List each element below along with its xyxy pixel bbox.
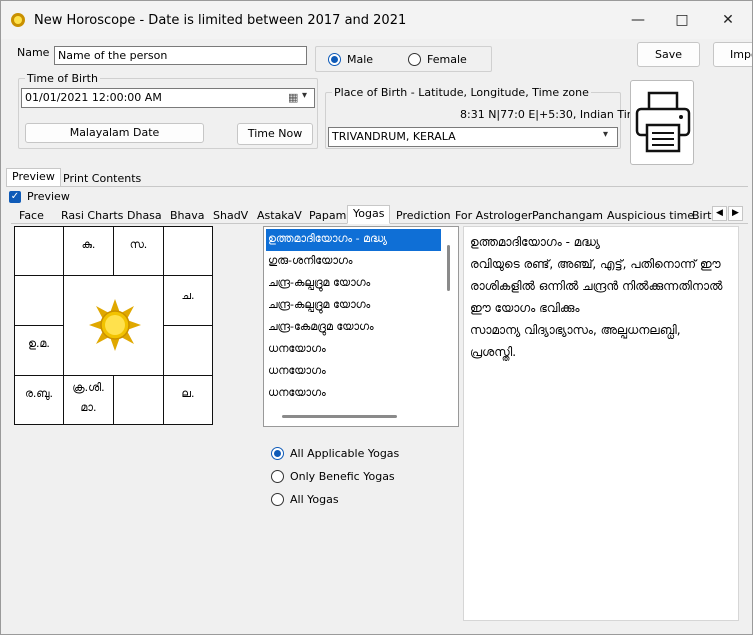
name-label: Name — [17, 46, 50, 59]
tab-bhava[interactable]: Bhava — [164, 207, 211, 224]
tab-face[interactable]: Face — [13, 207, 50, 224]
list-item[interactable]: ധനയോഗം — [266, 383, 441, 405]
preview-label: Preview — [27, 190, 70, 203]
horoscope-window: New Horoscope - Date is limited between … — [0, 0, 753, 635]
tab-panchangam[interactable]: Panchangam — [526, 207, 609, 224]
list-item[interactable]: ധനയോഗം — [266, 361, 441, 383]
gender-group: Male Female — [315, 46, 492, 72]
save-button[interactable]: Save — [637, 42, 700, 67]
tab-rasi-charts[interactable]: Rasi Charts — [55, 207, 129, 224]
description-line: ഈ യോഗം ഭവിക്കും — [470, 301, 580, 315]
female-label: Female — [427, 53, 467, 66]
chart-house — [163, 325, 213, 376]
tab-scroll-left-button[interactable]: ◀ — [712, 206, 727, 221]
all-yogas-radio[interactable] — [271, 493, 284, 506]
malayalam-date-button[interactable]: Malayalam Date — [25, 123, 204, 143]
title-bar: New Horoscope - Date is limited between … — [1, 1, 752, 39]
minimize-button[interactable]: — — [618, 7, 658, 33]
only-benefic-yogas-label: Only Benefic Yogas — [290, 470, 395, 483]
description-line: രാശികളിൽ ഒന്നിൽ ചന്ദ്രൻ നിൽക്കുന്നതിനാൽ — [470, 279, 723, 293]
tab-print-contents[interactable]: Print Contents — [57, 170, 147, 187]
chart-house: ല. — [163, 375, 213, 425]
birth-datetime-picker[interactable]: 01/01/2021 12:00:00 AM ▦ ▾ — [21, 88, 315, 108]
description-line: സാമാന്യ വിദ്യാഭ്യാസം, അല്പധനലബ്ധി, — [470, 323, 681, 337]
list-vertical-scrollbar[interactable] — [447, 245, 450, 291]
sun-icon — [89, 299, 141, 351]
chart-house: ക്ര.ശി. മാ. — [63, 375, 114, 425]
chart-house: ര.ബു. — [14, 375, 64, 425]
tab-yogas[interactable]: Yogas — [347, 205, 391, 224]
description-line: ഉത്തമാദിയോഗം - മദ്ധ്യ — [470, 235, 600, 249]
list-item[interactable]: ചന്ദ്ര-കല്പദ്രുമ യോഗം — [266, 295, 441, 317]
chart-house — [163, 226, 213, 276]
chart-house — [14, 226, 64, 276]
tab-birth[interactable]: Birth — [686, 207, 713, 224]
import-button[interactable]: Impo — [713, 42, 752, 67]
list-item[interactable]: ധനയോഗം — [266, 339, 441, 361]
app-sun-icon — [11, 13, 25, 27]
tab-preview[interactable]: Preview — [6, 168, 61, 187]
all-yogas-label: All Yogas — [290, 493, 339, 506]
tab-shadv[interactable]: ShadV — [207, 207, 254, 224]
time-now-button[interactable]: Time Now — [237, 123, 313, 145]
tab-divider — [6, 186, 748, 187]
all-applicable-yogas-label: All Applicable Yogas — [290, 447, 400, 460]
chevron-down-icon[interactable]: ▾ — [603, 129, 608, 140]
chevron-down-icon[interactable]: ▾ — [302, 90, 307, 101]
male-radio[interactable] — [328, 53, 341, 66]
name-input[interactable]: Name of the person — [54, 46, 307, 65]
time-of-birth-legend: Time of Birth — [25, 72, 100, 85]
list-item[interactable]: ചന്ദ്ര-കല്പദ്രുമ യോഗം — [266, 273, 441, 295]
rasi-chart: കു. സ. ച. ഉ.മ. ര.ബു. ക്ര.ശി. മാ. ല. — [14, 226, 213, 425]
chart-house — [14, 275, 64, 326]
description-line: രവിയുടെ രണ്ട്, അഞ്ച്, എട്ട്, പതിനൊന്ന് ഈ — [470, 257, 721, 271]
tab-dhasa[interactable]: Dhasa — [121, 207, 168, 224]
place-combobox[interactable]: TRIVANDRUM, KERALA ▾ — [328, 127, 618, 147]
birth-datetime-value: 01/01/2021 12:00:00 AM — [25, 91, 162, 104]
list-item[interactable]: ഗുരു-ശനിയോഗം — [266, 251, 441, 273]
yoga-description: ഉത്തമാദിയോഗം - മദ്ധ്യ രവിയുടെ രണ്ട്, അഞ്… — [463, 226, 739, 621]
print-button[interactable] — [630, 80, 694, 165]
maximize-button[interactable]: □ — [662, 7, 702, 33]
male-label: Male — [347, 53, 374, 66]
only-benefic-yogas-radio[interactable] — [271, 470, 284, 483]
tab-papam[interactable]: Papam — [303, 207, 352, 224]
coordinates-text: 8:31 N|77:0 E|+5:30, Indian Time — [460, 108, 645, 121]
yogas-listbox[interactable]: ഉത്തമാദിയോഗം - മദ്ധ്യ ഗുരു-ശനിയോഗം ചന്ദ്… — [263, 226, 459, 427]
calendar-icon[interactable]: ▦ — [288, 91, 298, 104]
chart-house: ച. — [163, 275, 213, 326]
list-horizontal-scrollbar[interactable] — [282, 415, 397, 418]
all-applicable-yogas-radio[interactable] — [271, 447, 284, 460]
chart-house: ഉ.മ. — [14, 325, 64, 376]
tab-for-astrologer[interactable]: For Astrologer — [449, 207, 538, 224]
chart-house: കു. — [63, 226, 114, 276]
female-radio[interactable] — [408, 53, 421, 66]
tab-prediction[interactable]: Prediction — [390, 207, 457, 224]
chart-house — [113, 375, 164, 425]
close-button[interactable]: ✕ — [708, 7, 748, 33]
chart-house: സ. — [113, 226, 164, 276]
tab-scroll-right-button[interactable]: ▶ — [728, 206, 743, 221]
description-line: പ്രശസ്തി. — [470, 345, 517, 359]
list-item[interactable]: ഉത്തമാദിയോഗം - മദ്ധ്യ — [266, 229, 441, 251]
preview-checkbox[interactable]: ✓ — [9, 191, 21, 203]
window-title: New Horoscope - Date is limited between … — [34, 13, 407, 28]
place-value: TRIVANDRUM, KERALA — [332, 130, 456, 143]
tab-astakav[interactable]: AstakaV — [251, 207, 308, 224]
printer-icon — [635, 91, 691, 153]
place-of-birth-legend: Place of Birth - Latitude, Longitude, Ti… — [332, 86, 591, 99]
list-item[interactable]: ചന്ദ്ര-കേമദ്രുമ യോഗം — [266, 317, 441, 339]
